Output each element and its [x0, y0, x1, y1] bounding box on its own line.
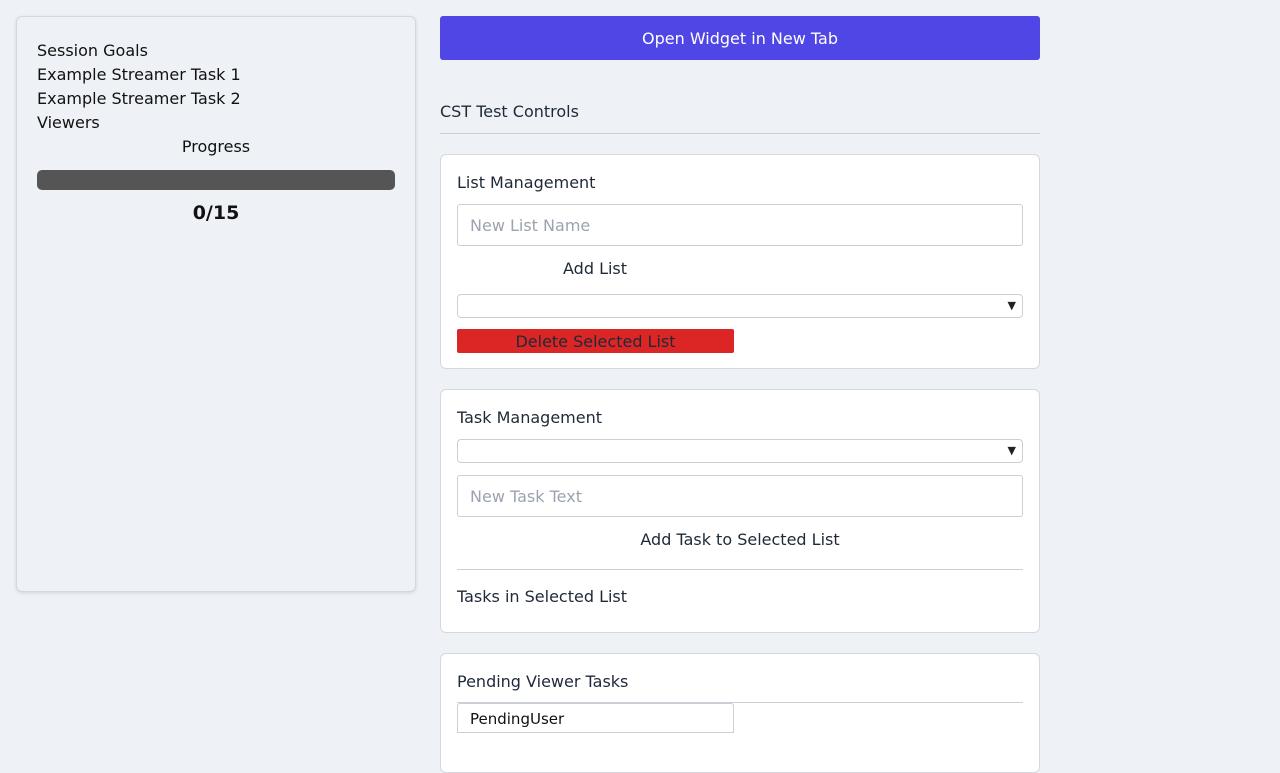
- task-list-select[interactable]: ▼: [457, 439, 1023, 463]
- divider: [457, 569, 1023, 570]
- new-list-name-input[interactable]: [457, 204, 1023, 246]
- widget-task-2: Example Streamer Task 2: [37, 89, 241, 108]
- session-goals-widget: Session Goals Example Streamer Task 1 Ex…: [16, 16, 416, 592]
- add-task-button[interactable]: Add Task to Selected List: [640, 528, 839, 552]
- list-management-card: List Management Add List ▼ Delete Select…: [440, 154, 1040, 369]
- widget-viewers-heading: Viewers: [37, 113, 100, 132]
- pending-task-item: PendingUser: [457, 703, 734, 733]
- pending-viewer-tasks-title: Pending Viewer Tasks: [457, 672, 629, 691]
- chevron-down-icon: ▼: [1007, 299, 1016, 312]
- open-widget-new-tab-button[interactable]: Open Widget in New Tab: [440, 16, 1040, 60]
- task-management-card: Task Management ▼ Add Task to Selected L…: [440, 389, 1040, 633]
- tasks-in-selected-list-heading: Tasks in Selected List: [457, 587, 628, 606]
- list-select[interactable]: ▼: [457, 294, 1023, 318]
- progress-label: Progress: [181, 137, 251, 156]
- progress-count: 0/15: [192, 202, 240, 224]
- pending-user-name: PendingUser: [470, 710, 565, 728]
- new-task-text-input[interactable]: [457, 475, 1023, 517]
- add-list-button[interactable]: Add List: [563, 257, 627, 281]
- list-management-title: List Management: [457, 173, 596, 192]
- chevron-down-icon: ▼: [1007, 444, 1016, 457]
- delete-selected-list-button[interactable]: Delete Selected List: [457, 329, 734, 353]
- test-controls: Open Widget in New Tab CST Test Controls…: [440, 16, 1040, 773]
- section-title: CST Test Controls: [440, 100, 1040, 134]
- widget-task-1: Example Streamer Task 1: [37, 65, 241, 84]
- progress-bar: [37, 170, 395, 190]
- task-management-title: Task Management: [457, 408, 603, 427]
- pending-viewer-tasks-card: Pending Viewer Tasks PendingUser: [440, 653, 1040, 773]
- widget-title: Session Goals: [37, 41, 148, 60]
